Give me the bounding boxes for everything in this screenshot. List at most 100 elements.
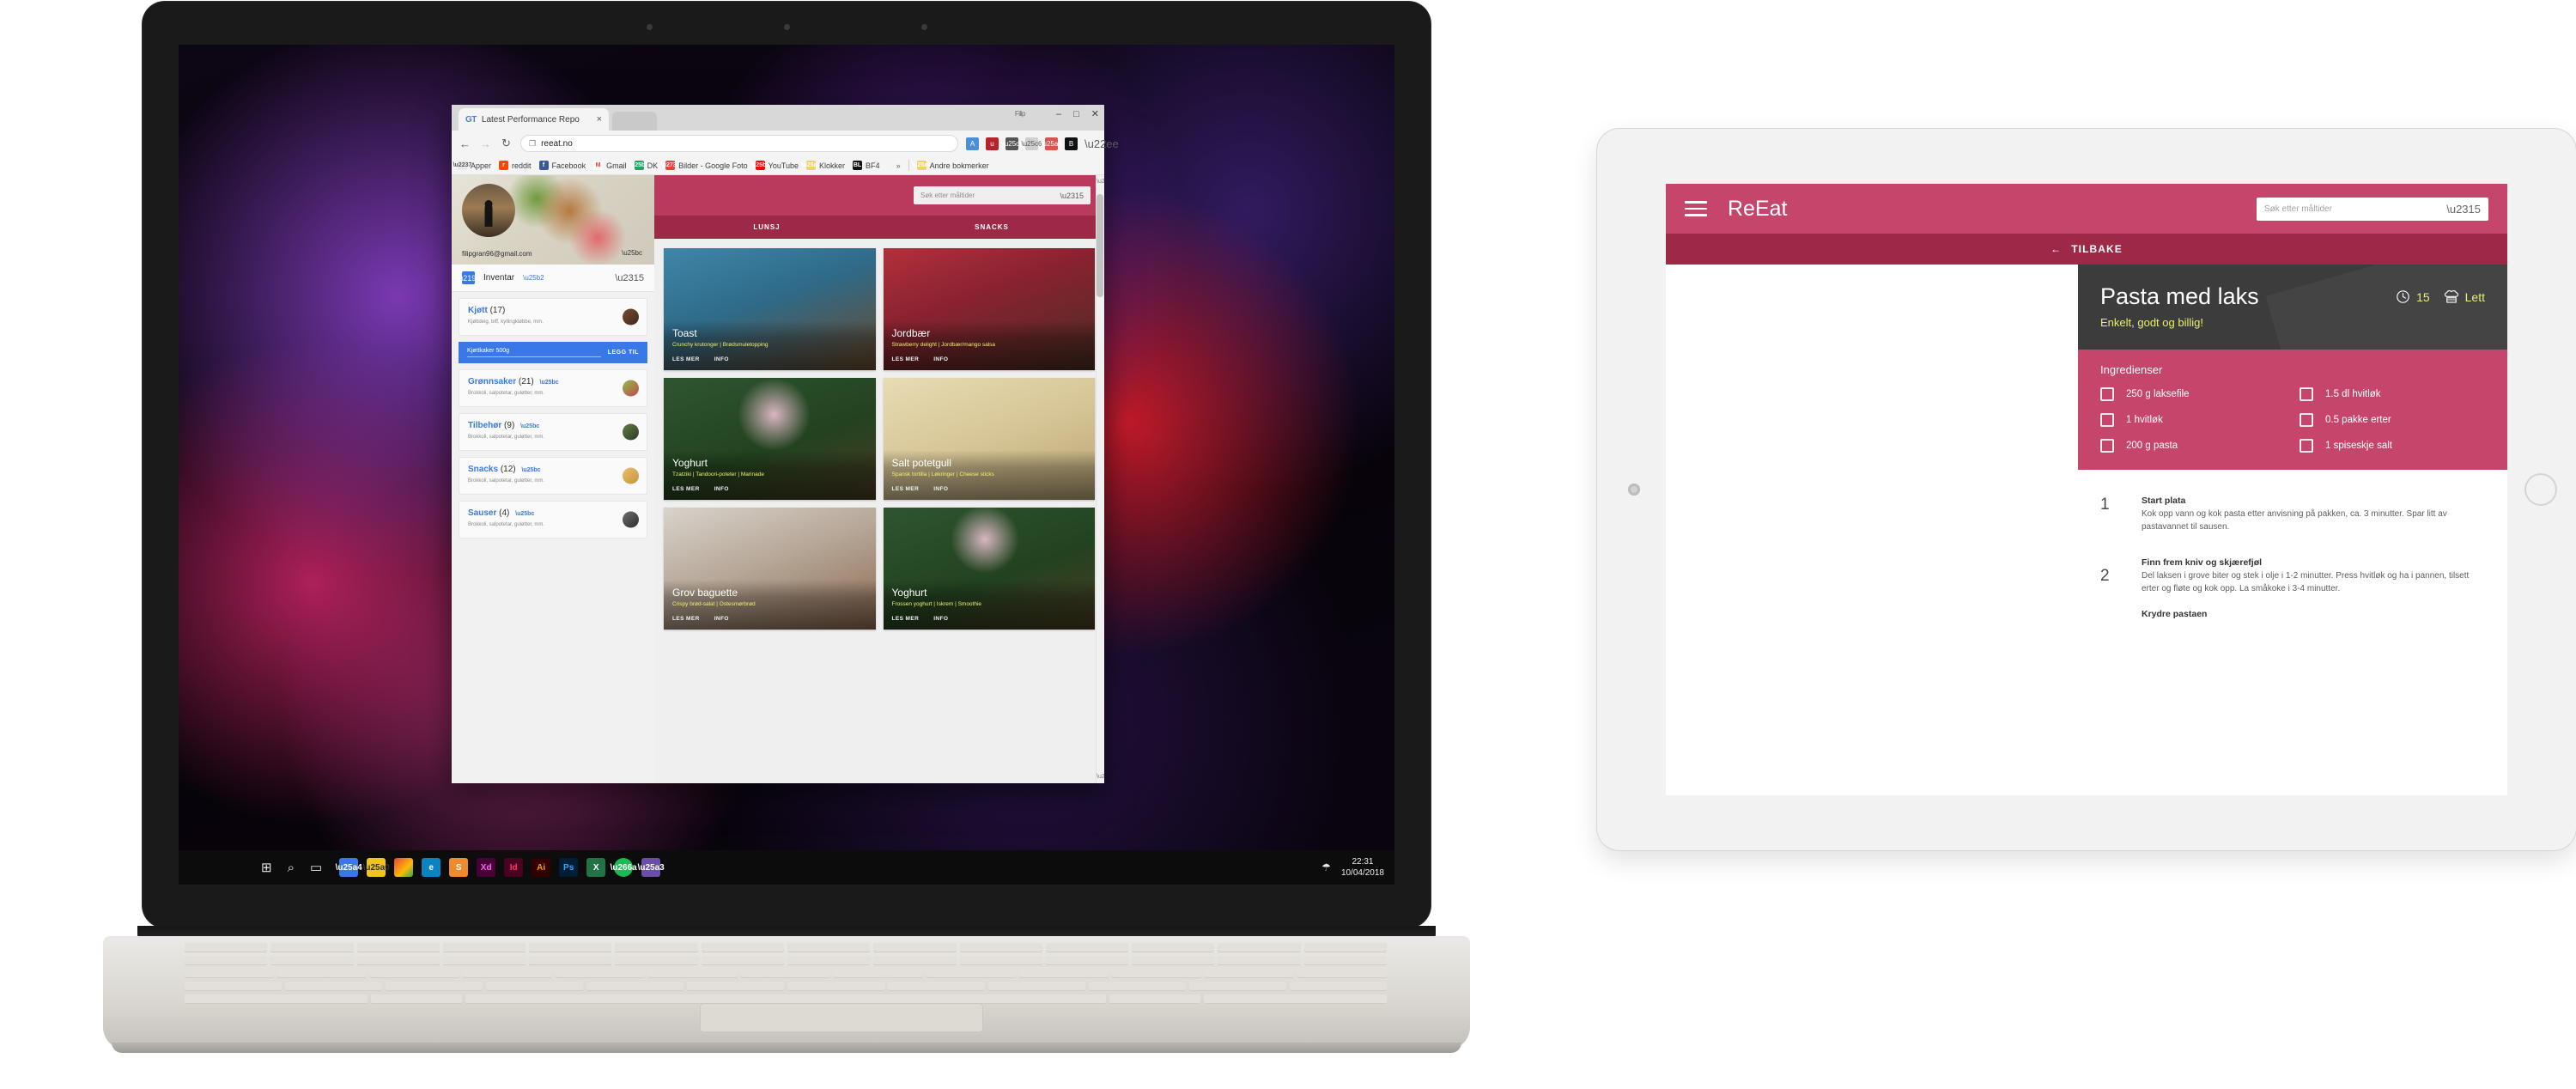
spotify-icon[interactable]: \u266a	[611, 858, 637, 877]
read-more-button[interactable]: LES MER	[672, 486, 700, 492]
colorpicker-extension-icon[interactable]: \u25c6	[1021, 137, 1042, 150]
ublock-extension-icon[interactable]: u	[986, 137, 999, 150]
address-bar[interactable]: ❐ reeat.no	[520, 135, 958, 152]
read-more-button[interactable]: LES MER	[672, 616, 700, 622]
search-icon[interactable]: ⌕	[288, 861, 295, 875]
pen-tray-icon[interactable]: ☂	[1321, 861, 1331, 873]
scroll-up-icon[interactable]: \u25b2	[1097, 179, 1104, 185]
chevron-down-icon[interactable]: \u25bc	[521, 467, 540, 473]
ingredient-item[interactable]: 250 g laksefile	[2100, 387, 2286, 401]
close-icon[interactable]: ✕	[1091, 108, 1099, 119]
inventory-category-tilbehor[interactable]: Tilbehør (9) \u25bc Brokkoli, salpotetar…	[459, 413, 647, 451]
inventory-category-kjott[interactable]: Kjøtt (17) Kjøttdeig, biff, kyllingkløbb…	[459, 298, 647, 336]
tab-snacks[interactable]: SNACKS	[879, 216, 1104, 239]
bookmark-item[interactable]: \u2738 Bilder - Google Foto	[661, 161, 748, 170]
scrollbar-thumb[interactable]	[1097, 194, 1103, 297]
chrome-browser-window[interactable]: GT Latest Performance Repo × Filip – □ ✕	[452, 105, 1119, 783]
bookmark-item[interactable]: \u25b6 YouTube	[750, 161, 799, 170]
maximize-icon[interactable]: □	[1073, 109, 1079, 119]
bookmark-item[interactable]: \u25b3 DK	[629, 161, 658, 170]
page-info-icon[interactable]: ❐	[529, 139, 536, 149]
meal-card[interactable]: Toast Crunchy krutonger | Brødsmuletoppi…	[664, 248, 876, 370]
minimize-icon[interactable]: –	[1056, 109, 1061, 119]
start-button-icon[interactable]: ⊞	[261, 860, 272, 875]
bookmark-item[interactable]: \u25a4 Klokker	[802, 161, 845, 170]
add-item-row[interactable]: Kjøttkaker 500g LEGG TIL	[459, 342, 647, 363]
page-scrollbar[interactable]: \u25b2 \u25bc	[1096, 175, 1104, 783]
chevron-down-icon[interactable]: \u25bc	[540, 380, 559, 386]
screenshot-extension-icon[interactable]: \u25a3	[1041, 137, 1062, 150]
meal-card[interactable]: Yoghurt Tzatziki | Tandoori-poteter | Ma…	[664, 378, 876, 500]
bookmark-item[interactable]: \u2237 Apper	[453, 161, 491, 170]
translate-extension-icon[interactable]: A	[966, 137, 979, 150]
bookmark-item[interactable]: r reddit	[499, 161, 532, 170]
browser-tab[interactable]: GT Latest Performance Repo ×	[459, 108, 609, 131]
tab-close-icon[interactable]: ×	[597, 114, 602, 125]
chevron-down-icon[interactable]: \u25bc	[520, 423, 539, 429]
photoshop-icon[interactable]: Ps	[559, 858, 579, 877]
file-explorer-icon[interactable]: \u25a4	[336, 858, 362, 877]
task-view-icon[interactable]: ▭	[310, 860, 322, 875]
ingredient-checkbox[interactable]	[2100, 413, 2114, 427]
ingredient-checkbox[interactable]	[2100, 439, 2114, 453]
chrome-icon[interactable]	[394, 858, 414, 877]
read-more-button[interactable]: LES MER	[672, 356, 700, 362]
meal-card[interactable]: Grov baguette Crispy brød-salat | Ostesm…	[664, 508, 876, 630]
taskbar-clock[interactable]: 22:31 10/04/2018	[1341, 856, 1384, 879]
read-more-button[interactable]: LES MER	[892, 616, 920, 622]
bookmark-item[interactable]: \u25a4 Andre bokmerker	[912, 161, 989, 170]
meal-search-input[interactable]: Søk etter måltider \u2315	[914, 186, 1091, 204]
excel-icon[interactable]: X	[586, 858, 606, 877]
tab-lunsj[interactable]: LUNSJ	[654, 216, 879, 239]
bookmark-item[interactable]: f Facebook	[538, 161, 586, 170]
bookmarks-overflow-icon[interactable]: »	[896, 161, 901, 170]
reload-icon[interactable]: ↻	[500, 137, 513, 150]
store-icon[interactable]: \u25a3	[638, 858, 665, 877]
tablet-home-button[interactable]	[2524, 473, 2557, 506]
edge-icon[interactable]: e	[422, 858, 441, 877]
ingredient-item[interactable]: 1.5 dl hvitløk	[2300, 387, 2485, 401]
read-more-button[interactable]: LES MER	[892, 486, 920, 492]
new-tab-button[interactable]	[612, 112, 657, 131]
info-button[interactable]: INFO	[714, 616, 729, 622]
info-button[interactable]: INFO	[714, 486, 729, 492]
ingredient-checkbox[interactable]	[2300, 413, 2313, 427]
ingredient-item[interactable]: 1 spiseskje salt	[2300, 439, 2485, 453]
read-more-button[interactable]: LES MER	[892, 356, 920, 362]
ingredient-item[interactable]: 0.5 pakke erter	[2300, 413, 2485, 427]
info-button[interactable]: INFO	[933, 356, 948, 362]
ingredient-checkbox[interactable]	[2100, 387, 2114, 401]
sublime-icon[interactable]: S	[449, 858, 469, 877]
ingredient-checkbox[interactable]	[2300, 387, 2313, 401]
forward-icon[interactable]: →	[479, 137, 492, 150]
laptop-trackpad[interactable]	[700, 1003, 983, 1032]
account-chevron-down-icon[interactable]: \u25bc	[622, 249, 642, 257]
ingredient-item[interactable]: 200 g pasta	[2100, 439, 2286, 453]
info-button[interactable]: INFO	[714, 356, 729, 362]
ingredient-checkbox[interactable]	[2300, 439, 2313, 453]
avatar[interactable]	[462, 184, 515, 237]
illustrator-icon[interactable]: Ai	[532, 858, 551, 877]
add-item-button[interactable]: LEGG TIL	[608, 350, 639, 356]
bookmark-item[interactable]: BL BF4	[853, 161, 880, 170]
inventory-category-gronnsaker[interactable]: Grønnsaker (21) \u25bc Brokkoli, salpote…	[459, 369, 647, 407]
lastpass-extension-icon[interactable]: \u25cf	[1003, 137, 1021, 150]
scroll-down-icon[interactable]: \u25bc	[1097, 774, 1104, 780]
chevron-down-icon[interactable]: \u25bc	[515, 511, 534, 517]
bitwarden-extension-icon[interactable]: B	[1065, 137, 1078, 150]
back-icon[interactable]: ←	[459, 137, 471, 150]
meal-card[interactable]: Salt potetgull Spansk tortilla | Løkring…	[883, 378, 1095, 500]
adobe-xd-icon[interactable]: Xd	[477, 858, 496, 877]
bookmark-item[interactable]: M Gmail	[593, 161, 627, 170]
info-button[interactable]: INFO	[933, 486, 948, 492]
meal-search-input[interactable]: Søk etter måltider \u2315	[2257, 197, 2488, 221]
inventory-category-sauser[interactable]: Sauser (4) \u25bc Brokkoli, salpotetar, …	[459, 501, 647, 538]
chrome-menu-icon[interactable]: \u22ee	[1084, 137, 1119, 150]
hamburger-icon[interactable]	[1685, 201, 1707, 216]
folder-icon[interactable]: \u25a0	[363, 858, 390, 877]
inventory-category-snacks[interactable]: Snacks (12) \u25bc Brokkoli, salpotetar,…	[459, 457, 647, 495]
chevron-up-icon[interactable]: \u25b2	[523, 274, 544, 282]
search-icon[interactable]: \u2315	[2446, 203, 2481, 216]
info-button[interactable]: INFO	[933, 616, 948, 622]
meal-card[interactable]: Yoghurt Frossen yoghurt | Iskrem | Smoot…	[883, 508, 1095, 630]
